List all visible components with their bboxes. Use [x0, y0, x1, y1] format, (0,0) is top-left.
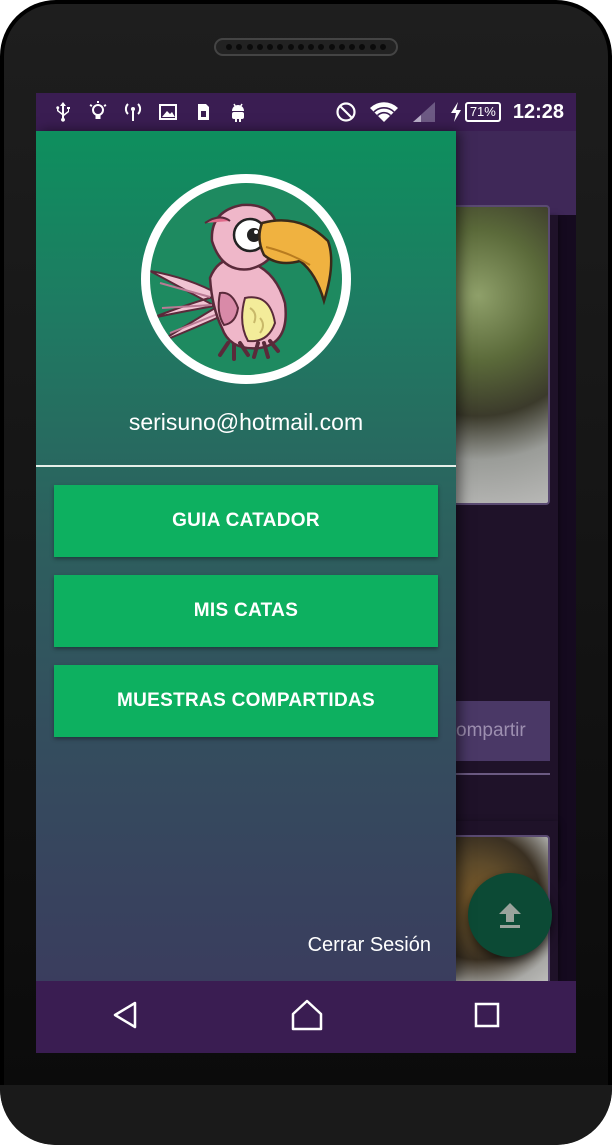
lightbulb-icon [87, 101, 109, 123]
battery-level: 71% [464, 102, 501, 122]
upload-button[interactable] [468, 873, 552, 957]
guia-catador-label: GUIA CATADOR [172, 510, 320, 531]
image-icon [157, 101, 179, 123]
card-image[interactable] [446, 205, 550, 505]
drawer-header: serisuno@hotmail.com [36, 131, 456, 465]
guia-catador-button[interactable]: GUIA CATADOR [54, 485, 438, 557]
sim-card-icon [192, 101, 214, 123]
status-bar: 71% 12:28 [36, 93, 576, 131]
hotspot-icon [122, 101, 144, 123]
header-divider [36, 465, 456, 467]
charging-icon [449, 101, 463, 123]
clock: 12:28 [512, 100, 564, 123]
system-nav-bar [36, 981, 576, 1053]
phone-frame: 71% 12:28 ompartir serisuno@hotmail.com … [0, 0, 612, 1145]
parrot-avatar-image [150, 183, 342, 375]
screen: 71% 12:28 ompartir serisuno@hotmail.com … [36, 93, 576, 1053]
muestras-compartidas-button[interactable]: MUESTRAS COMPARTIDAS [54, 665, 438, 737]
share-button[interactable]: ompartir [446, 701, 550, 761]
mis-catas-button[interactable]: MIS CATAS [54, 575, 438, 647]
upload-icon [499, 903, 521, 928]
android-icon [227, 101, 249, 123]
signal-icon [411, 101, 437, 123]
earpiece-speaker [214, 38, 398, 56]
navigation-drawer: serisuno@hotmail.com GUIA CATADOR MIS CA… [36, 131, 456, 981]
usb-icon [52, 101, 74, 123]
user-email: serisuno@hotmail.com [128, 409, 364, 435]
do-not-disturb-icon [335, 101, 357, 123]
share-label: ompartir [456, 720, 526, 741]
share-divider [446, 773, 550, 775]
mis-catas-label: MIS CATAS [193, 600, 299, 621]
recents-icon[interactable] [473, 1001, 501, 1033]
back-icon[interactable] [111, 1000, 141, 1034]
wifi-icon [369, 101, 399, 123]
avatar[interactable] [141, 174, 351, 384]
home-icon[interactable] [290, 998, 324, 1036]
phone-chin [0, 1085, 612, 1145]
logout-link[interactable]: Cerrar Sesión [308, 934, 431, 957]
muestras-compartidas-label: MUESTRAS COMPARTIDAS [117, 690, 375, 711]
